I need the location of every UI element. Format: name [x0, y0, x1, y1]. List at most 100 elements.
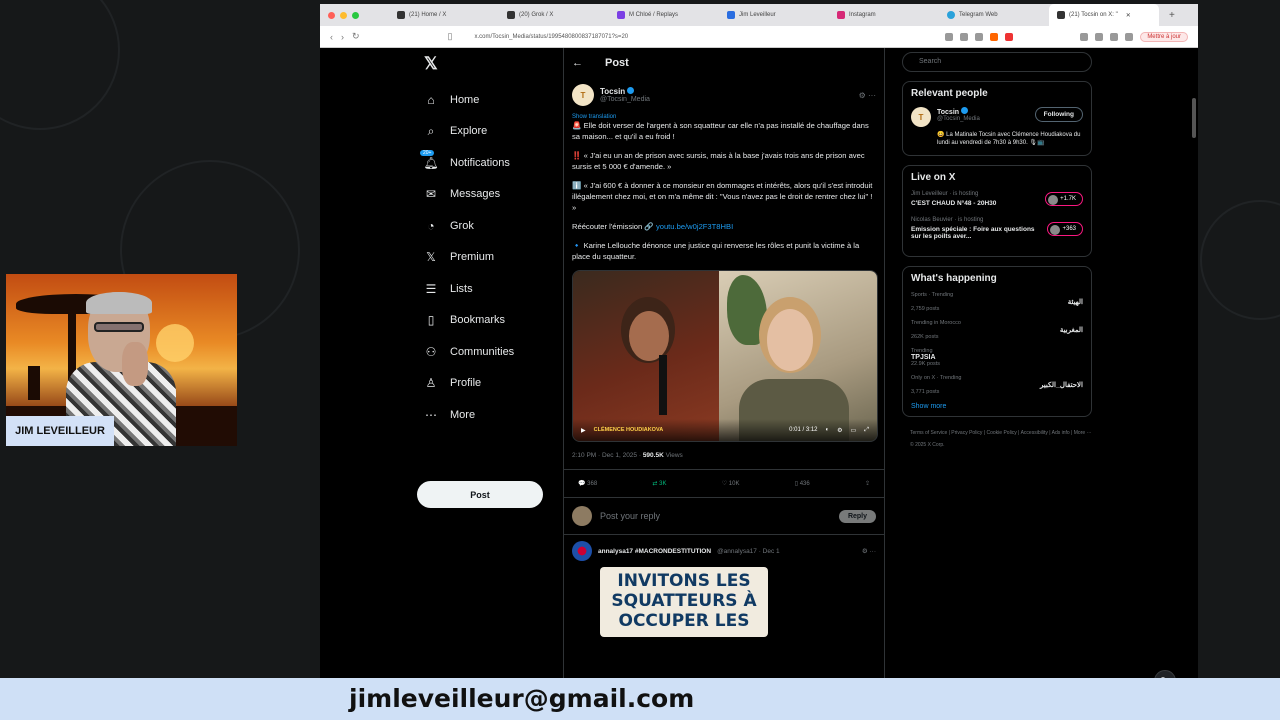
trend-item[interactable]: Sports · Trending الهيئة 2,759 posts [911, 292, 1083, 312]
following-button[interactable]: Following [1034, 107, 1083, 122]
giraffe-silhouette [28, 366, 40, 400]
repost-action[interactable]: ⇄ 3K [652, 480, 666, 487]
bookmark-action[interactable]: ▯ 436 [795, 480, 810, 487]
x-logo-icon[interactable]: 𝕏 [424, 54, 556, 74]
tweet-paragraph: ‼️ « J'ai eu un an de prison avec sursis… [572, 151, 865, 171]
share-icon[interactable]: ⇪ [865, 480, 870, 487]
browser-tab[interactable]: M Chloé / Replays [609, 4, 719, 26]
tab-bar: (21) Home / X (20) Grok / X M Chloé / Re… [320, 4, 1198, 26]
browser-tab[interactable]: Telegram Web [939, 4, 1049, 26]
refresh-icon[interactable]: ↻ [1154, 670, 1176, 678]
verified-icon [627, 87, 635, 94]
fullscreen-icon[interactable]: ⤢ [864, 427, 869, 434]
trend-item[interactable]: Only on X · Trending الاحتفال_الكبير 3,771… [911, 375, 1083, 395]
presenter-hand [122, 342, 148, 386]
trend-name: الهيئة [1067, 299, 1083, 306]
reply-input[interactable]: Post your reply [600, 511, 831, 521]
trend-count: 262K posts [911, 334, 939, 340]
minimize-window-icon[interactable] [340, 11, 347, 19]
video-player[interactable]: ▶ CLÉMENCE HOUDIAKOVA 0:01 / 3:12 ◐ ⚙ ▭ … [572, 270, 878, 442]
avatar[interactable]: T [572, 84, 594, 106]
sidebar-item-profile[interactable]: ♙ Profile [416, 368, 556, 400]
live-item[interactable]: Jim Leveilleur · is hosting C'EST CHAUD N… [911, 191, 1083, 207]
bookmark-page-icon[interactable]: ▯ [448, 31, 453, 42]
close-window-icon[interactable] [328, 11, 335, 19]
sidebar-icon[interactable] [1080, 32, 1089, 41]
grok-icon: ◔ [427, 218, 435, 233]
brave-shield-icon[interactable] [990, 32, 999, 41]
sidebar-item-label: Messages [450, 188, 501, 201]
like-action[interactable]: ♡ 10K [722, 480, 740, 487]
update-button[interactable]: Mettre à jour [1140, 31, 1188, 42]
maximize-window-icon[interactable] [352, 11, 359, 19]
sidebar-item-messages[interactable]: ✉ Messages [416, 179, 556, 211]
reply-action[interactable]: 💬 368 [578, 480, 597, 487]
post-button[interactable]: Post [417, 481, 543, 508]
sidebar-item-label: More [450, 408, 476, 421]
youtube-link[interactable]: youtu.be/w0j2F3T8HBI [656, 222, 733, 231]
tweet-time[interactable]: 2:10 PM · Dec 1, 2025 · [572, 452, 643, 459]
live-item[interactable]: Nicolas Beuvier · is hosting Emission spé… [911, 217, 1083, 240]
back-icon[interactable]: ‹ [330, 32, 333, 42]
sidebar-item-lists[interactable]: ☰ Lists [416, 273, 556, 305]
show-more-link[interactable]: Show more [911, 403, 1083, 410]
more-icon[interactable]: ⚙ ··· [862, 547, 876, 555]
alert-icon[interactable] [1005, 32, 1014, 41]
browser-tab[interactable]: (21) Home / X [389, 4, 499, 26]
site-favicon-icon [727, 11, 735, 19]
sidebar-item-notifications[interactable]: 🔔︎ 20+ Notifications [416, 147, 556, 179]
browser-tab[interactable]: (20) Grok / X [499, 4, 609, 26]
new-tab-icon[interactable]: + [1169, 10, 1175, 21]
sidebar-item-grok[interactable]: ◔ Grok [416, 210, 556, 242]
reload-icon[interactable]: ↻ [352, 31, 360, 42]
reply-author-handle[interactable]: @annalysa17 · Dec 1 [717, 548, 780, 555]
sidebar-item-home[interactable]: ⌂ Home [416, 84, 556, 116]
reply-image[interactable]: INVITONS LES SQUATTEURS À OCCUPER LES [600, 567, 768, 637]
sidebar-item-more[interactable]: ⋯ More [416, 399, 556, 431]
sidebar-item-premium[interactable]: 𝕏 Premium [416, 242, 556, 274]
browser-tab-active[interactable]: (21) Tocsin on X: " ✕ [1049, 4, 1159, 26]
reply-count: 368 [587, 481, 598, 487]
scrollbar[interactable] [1192, 98, 1196, 138]
sidebar-item-explore[interactable]: ⌕ Explore [416, 116, 556, 148]
wallet-icon[interactable] [1095, 32, 1104, 41]
browser-window: (21) Home / X (20) Grok / X M Chloé / Re… [320, 4, 1198, 678]
volume-icon[interactable]: ◐ [826, 427, 830, 433]
trend-item[interactable]: Trending TPJSIA 22.9K posts [911, 348, 1083, 367]
author-handle[interactable]: @Tocsin_Media [600, 96, 650, 103]
reply-button[interactable]: Reply [838, 509, 876, 523]
sidebar-item-communities[interactable]: ⚇ Communities [416, 336, 556, 368]
avatar[interactable]: T [911, 107, 931, 127]
back-arrow-icon[interactable]: ← [572, 57, 583, 69]
browser-tab[interactable]: Jim Leveilleur [719, 4, 829, 26]
search-input[interactable]: Search [902, 52, 1092, 72]
forward-icon[interactable]: › [341, 32, 344, 42]
url-field[interactable]: x.com/Tocsin_Media/status/19954808008371… [461, 34, 938, 40]
sidebar-item-bookmarks[interactable]: ▯ Bookmarks [416, 305, 556, 337]
avatar[interactable] [572, 541, 592, 561]
trend-item[interactable]: Trending in Morocco المغربية 262K posts [911, 320, 1083, 340]
reply-author-name[interactable]: annalysa17 #MACRONDESTITUTION [598, 548, 711, 555]
tweet-author: T Tocsin @Tocsin_Media ⚙ ··· [572, 84, 876, 106]
pip-icon[interactable]: ▭ [851, 427, 857, 434]
relevant-handle[interactable]: @Tocsin_Media [937, 116, 980, 122]
author-name[interactable]: Tocsin [600, 87, 625, 96]
list-icon: ☰ [425, 281, 437, 296]
footer-links[interactable]: Terms of Service | Privacy Policy | Cook… [902, 427, 1092, 451]
extension-icon[interactable] [945, 32, 954, 41]
relevant-name[interactable]: Tocsin [937, 109, 959, 116]
video-left-pane [573, 271, 719, 441]
share-icon[interactable] [975, 32, 984, 41]
browser-tab[interactable]: Instagram [829, 4, 939, 26]
relevant-title: Relevant people [911, 88, 988, 99]
extension-icon[interactable] [960, 32, 969, 41]
trend-count: 22.9K posts [911, 361, 941, 367]
profile-icon[interactable] [1125, 32, 1134, 41]
settings-icon[interactable]: ⚙ [837, 427, 842, 434]
tab-close-icon[interactable]: ✕ [1126, 12, 1131, 19]
contact-email: jimleveilleur@gmail.com [349, 684, 695, 713]
replay-favicon-icon [617, 11, 625, 19]
play-icon[interactable]: ▶ [581, 427, 586, 434]
grok-and-more-icons[interactable]: ⚙ ··· [859, 91, 876, 100]
playlist-icon[interactable] [1110, 32, 1119, 41]
